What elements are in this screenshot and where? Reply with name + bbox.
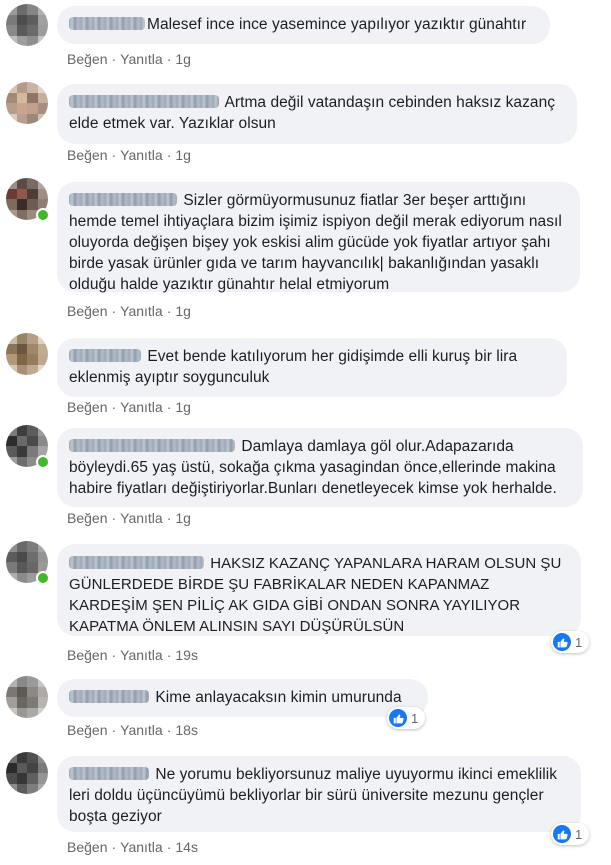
thumbs-up-icon — [553, 633, 571, 651]
comment-actions: Beğen · Yanıtla · 1g — [67, 51, 191, 67]
like-link[interactable]: Beğen — [67, 399, 107, 415]
like-link[interactable]: Beğen — [67, 510, 107, 526]
comment-timestamp[interactable]: 1g — [175, 510, 191, 526]
commenter-name-blurred[interactable] — [69, 767, 149, 780]
comment-timestamp[interactable]: 1g — [175, 303, 191, 319]
reply-link[interactable]: Yanıtla — [120, 303, 163, 319]
like-link[interactable]: Beğen — [67, 147, 107, 163]
comment-actions: Beğen · Yanıtla · 18s — [67, 722, 198, 738]
comment-timestamp[interactable]: 1g — [175, 51, 191, 67]
like-link[interactable]: Beğen — [67, 51, 107, 67]
commenter-name-blurred[interactable] — [69, 349, 141, 362]
comment-text: Sizler görmüyormusunuz fiatlar 3er beşer… — [69, 192, 562, 293]
like-link[interactable]: Beğen — [67, 839, 107, 855]
reply-link[interactable]: Yanıtla — [120, 647, 163, 663]
comment-actions: Beğen · Yanıtla · 1g — [67, 147, 191, 163]
commenter-name-blurred[interactable] — [69, 193, 177, 206]
comment-timestamp[interactable]: 18s — [175, 722, 198, 738]
online-status-indicator — [36, 208, 50, 222]
reply-link[interactable]: Yanıtla — [120, 51, 163, 67]
avatar[interactable] — [6, 676, 48, 718]
commenter-name-blurred[interactable] — [69, 95, 219, 108]
avatar[interactable] — [6, 333, 48, 375]
comment-timestamp[interactable]: 19s — [175, 647, 198, 663]
comment-bubble: Sizler görmüyormusunuz fiatlar 3er beşer… — [57, 182, 580, 293]
comment-actions: Beğen · Yanıtla · 1g — [67, 510, 191, 526]
reply-link[interactable]: Yanıtla — [120, 510, 163, 526]
comment-bubble: Kime anlayacaksın kimin umurunda — [57, 679, 428, 717]
avatar[interactable] — [6, 752, 48, 794]
reaction-count: 1 — [575, 826, 583, 842]
reaction-count-badge[interactable]: 1 — [551, 631, 589, 653]
reaction-count-badge[interactable]: 1 — [387, 707, 425, 729]
reply-link[interactable]: Yanıtla — [120, 722, 163, 738]
commenter-name-blurred[interactable] — [69, 690, 149, 703]
comment-timestamp[interactable]: 1g — [175, 399, 191, 415]
reply-link[interactable]: Yanıtla — [120, 147, 163, 163]
reply-link[interactable]: Yanıtla — [120, 399, 163, 415]
online-status-indicator — [36, 571, 50, 585]
comment-timestamp[interactable]: 14s — [175, 839, 198, 855]
comment-bubble: HAKSIZ KAZANÇ YAPANLARA HARAM OLSUN ŞU G… — [57, 544, 581, 636]
comment-bubble: Malesef ince ince yasemince yapılıyor ya… — [57, 6, 550, 44]
comment-actions: Beğen · Yanıtla · 14s — [67, 839, 198, 855]
comment-actions: Beğen · Yanıtla · 1g — [67, 399, 191, 415]
comment-text: Malesef ince ince yasemince yapılıyor ya… — [147, 16, 527, 33]
comment-bubble: Damlaya damlaya göl olur.Adapazarıda böy… — [57, 428, 583, 507]
reaction-count-badge[interactable]: 1 — [551, 823, 589, 845]
commenter-name-blurred[interactable] — [69, 556, 204, 569]
like-link[interactable]: Beğen — [67, 647, 107, 663]
comment-bubble: Ne yorumu bekliyorsunuz maliye uyuyormu … — [57, 756, 581, 832]
comment-actions: Beğen · Yanıtla · 1g — [67, 303, 191, 319]
like-link[interactable]: Beğen — [67, 303, 107, 319]
thumbs-up-icon — [553, 825, 571, 843]
comment-text: Kime anlayacaksın kimin umurunda — [155, 689, 402, 706]
comment-bubble: Evet bende katılıyorum her gidişimde ell… — [57, 338, 567, 397]
online-status-indicator — [36, 455, 50, 469]
commenter-name-blurred[interactable] — [69, 439, 235, 452]
avatar[interactable] — [6, 82, 48, 124]
comment-actions: Beğen · Yanıtla · 19s — [67, 647, 198, 663]
reply-link[interactable]: Yanıtla — [120, 839, 163, 855]
thumbs-up-icon — [389, 709, 407, 727]
comment-bubble: Artma değil vatandaşın cebinden haksız k… — [57, 84, 577, 144]
avatar[interactable] — [6, 4, 48, 46]
reaction-count: 1 — [575, 634, 583, 650]
reaction-count: 1 — [411, 710, 419, 726]
like-link[interactable]: Beğen — [67, 722, 107, 738]
comment-timestamp[interactable]: 1g — [175, 147, 191, 163]
commenter-name-blurred[interactable] — [69, 17, 145, 30]
